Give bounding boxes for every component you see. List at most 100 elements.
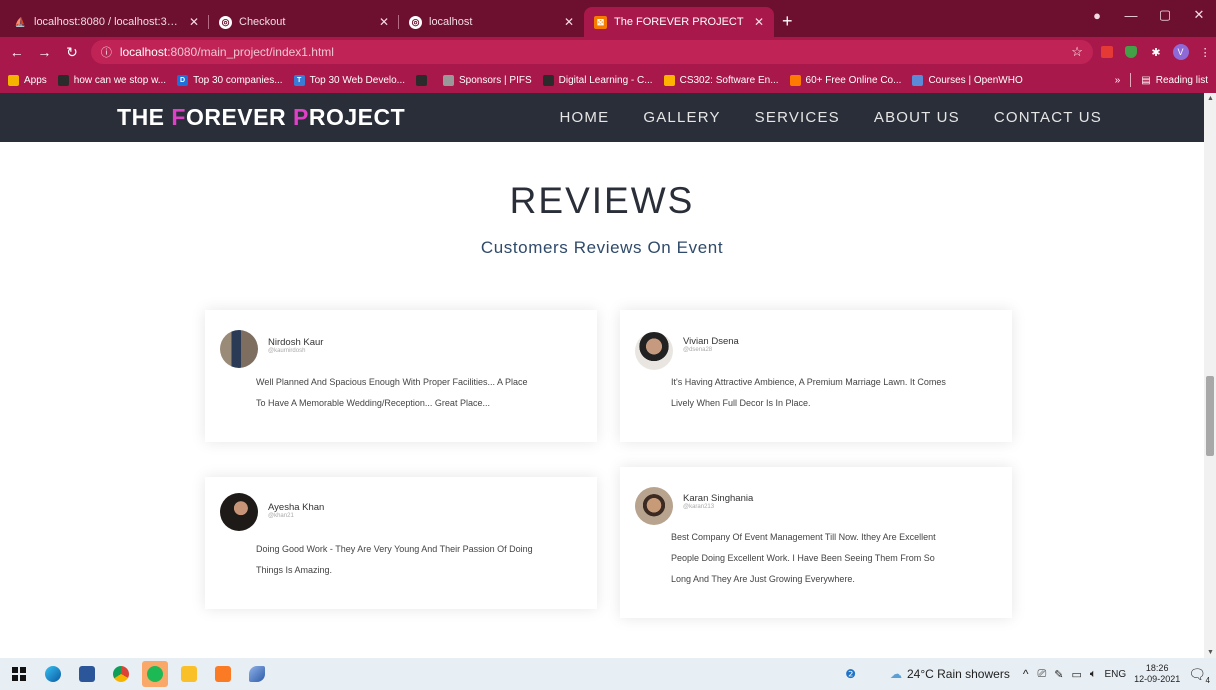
- reviews-section: REVIEWS Customers Reviews On Event Nirdo…: [0, 142, 1204, 658]
- clock[interactable]: 18:26 12-09-2021: [1134, 663, 1180, 685]
- maximize-button[interactable]: ▢: [1148, 7, 1182, 23]
- new-tab-button[interactable]: +: [782, 11, 793, 32]
- avatar: [635, 332, 673, 370]
- meet-icon[interactable]: ⎚: [1037, 668, 1046, 681]
- scroll-thumb[interactable]: [1206, 376, 1214, 456]
- forward-arrow-icon[interactable]: →: [34, 44, 56, 60]
- reviewer-handle: @karan213: [683, 504, 715, 510]
- extensions-puzzle-icon[interactable]: ✱: [1145, 41, 1167, 63]
- scroll-up-arrow-icon[interactable]: ▲: [1207, 95, 1214, 102]
- close-icon[interactable]: ✕: [379, 15, 389, 29]
- url-path: :8080/main_project/index1.html: [167, 45, 334, 59]
- bookmark-favicon-icon: [443, 74, 455, 86]
- rain-cloud-icon: ☁: [889, 667, 902, 681]
- windows-start-icon[interactable]: [6, 661, 32, 687]
- clock-time: 18:26: [1145, 663, 1169, 673]
- bookmarks-bar: Apps how can we stop w... D Top 30 companie…: [0, 67, 1216, 93]
- help-icon[interactable]: ❷: [845, 667, 856, 681]
- reviewer-handle: @dsena28: [683, 347, 713, 353]
- bookmark-star-icon[interactable]: ☆: [1071, 44, 1083, 60]
- bookmark-label: Courses | OpenWHO: [928, 74, 1023, 86]
- notification-icon[interactable]: 🗨︎ 4: [1188, 666, 1210, 685]
- review-line: Best Company Of Event Management Till No…: [671, 532, 936, 542]
- review-text: Well Planned And Spacious Enough With Pr…: [256, 372, 528, 414]
- weather-widget[interactable]: ☁ 24°C Rain showers: [890, 667, 1010, 681]
- menu-dots-icon[interactable]: ⋮: [1194, 41, 1216, 63]
- profile-dot-icon[interactable]: ●: [1080, 8, 1114, 23]
- tab-title: localhost: [429, 16, 473, 28]
- scroll-down-arrow-icon[interactable]: ▼: [1207, 649, 1214, 656]
- review-line: Things Is Amazing.: [256, 565, 333, 575]
- nav-home[interactable]: HOME: [560, 109, 610, 126]
- bookmark-label: Sponsors | PIFS: [459, 74, 532, 86]
- bookmark-item[interactable]: how can we stop w...: [57, 74, 166, 86]
- tab-checkout[interactable]: ◎ Checkout ✕: [209, 7, 399, 37]
- avatar: [635, 487, 673, 525]
- tab-title: Checkout: [239, 16, 286, 28]
- bookmark-item[interactable]: Digital Learning - C...: [542, 74, 653, 86]
- minimize-button[interactable]: —: [1114, 8, 1148, 23]
- page-scrollbar[interactable]: ▲ ▼: [1204, 93, 1216, 658]
- pen-icon[interactable]: ✎: [1054, 668, 1063, 681]
- profile-avatar[interactable]: V: [1170, 41, 1192, 63]
- reviewer-name: Ayesha Khan: [268, 502, 325, 513]
- bookmark-item[interactable]: 60+ Free Online Co...: [789, 74, 902, 86]
- xampp-icon: ⊠: [594, 15, 607, 29]
- phpmyadmin-icon: ⛵: [14, 16, 27, 27]
- review-text: Best Company Of Event Management Till No…: [671, 527, 936, 590]
- tab-forever-project[interactable]: ⊠ The FOREVER PROJECT ✕: [584, 7, 774, 37]
- bookmark-item[interactable]: CS302: Software En...: [663, 74, 779, 86]
- browser-window: ⛵ localhost:8080 / localhost:3306 / ✕ ◎ …: [0, 0, 1216, 690]
- info-icon[interactable]: ⓘ: [101, 44, 112, 60]
- nav-gallery[interactable]: GALLERY: [643, 109, 720, 126]
- volume-icon[interactable]: 🔈︎: [1090, 668, 1097, 681]
- reading-list-button[interactable]: Reading list: [1156, 75, 1208, 86]
- close-icon[interactable]: ✕: [754, 15, 764, 29]
- review-line: Long And They Are Just Growing Everywher…: [671, 574, 855, 584]
- tab-phpmyadmin[interactable]: ⛵ localhost:8080 / localhost:3306 / ✕: [4, 7, 209, 37]
- chevron-up-icon[interactable]: ^: [1023, 667, 1029, 681]
- close-icon[interactable]: ✕: [189, 15, 199, 29]
- app-icon[interactable]: [244, 661, 270, 687]
- logo-text-part: ROJECT: [308, 104, 406, 130]
- close-icon[interactable]: ✕: [564, 15, 574, 29]
- bookmark-item[interactable]: Courses | OpenWHO: [912, 74, 1023, 86]
- logo-text-part: HE: [131, 104, 172, 130]
- xampp-icon[interactable]: [210, 661, 236, 687]
- reload-icon[interactable]: ↻: [61, 44, 83, 61]
- bookmark-item[interactable]: [416, 74, 432, 86]
- url-field[interactable]: ⓘ localhost :8080/main_project/index1.ht…: [90, 40, 1093, 64]
- clock-date: 12-09-2021: [1134, 674, 1181, 684]
- language-indicator[interactable]: ENG: [1105, 669, 1127, 680]
- nav-services[interactable]: SERVICES: [755, 109, 840, 126]
- tab-localhost[interactable]: ◎ localhost ✕: [399, 7, 584, 37]
- edge-icon[interactable]: [40, 661, 66, 687]
- url-host: localhost: [119, 45, 168, 59]
- bookmark-label: Digital Learning - C...: [558, 74, 653, 86]
- back-arrow-icon[interactable]: ←: [6, 44, 28, 60]
- tab-title: The FOREVER PROJECT: [614, 16, 744, 28]
- bookmark-label: 60+ Free Online Co...: [805, 74, 902, 86]
- close-window-button[interactable]: ✕: [1182, 7, 1216, 23]
- bookmark-item[interactable]: Apps: [8, 74, 47, 86]
- battery-icon[interactable]: ▭: [1071, 668, 1081, 681]
- file-explorer-icon[interactable]: [176, 661, 202, 687]
- bookmark-item[interactable]: D Top 30 companies...: [177, 74, 283, 86]
- bookmark-item[interactable]: Sponsors | PIFS: [443, 74, 532, 86]
- bookmark-favicon-icon: [416, 74, 428, 86]
- review-line: Doing Good Work - They Are Very Young An…: [256, 544, 533, 554]
- system-tray: ❷ ☁ 24°C Rain showers ^ ⎚ ✎ ▭ 🔈︎ ENG 18:…: [845, 663, 1216, 685]
- review-card: Ayesha Khan @khan21 Doing Good Work - Th…: [205, 477, 597, 609]
- nav-about-us[interactable]: ABOUT US: [874, 109, 960, 126]
- spotify-icon[interactable]: [142, 661, 168, 687]
- chrome-icon[interactable]: [108, 661, 134, 687]
- bookmark-item[interactable]: T Top 30 Web Develo...: [293, 74, 405, 86]
- apps-grid-icon: [8, 74, 19, 86]
- extension-red-icon[interactable]: [1096, 41, 1118, 63]
- more-bookmarks-button[interactable]: »: [1115, 75, 1121, 86]
- nav-contact-us[interactable]: CONTACT US: [994, 109, 1102, 126]
- extension-shield-icon[interactable]: [1121, 41, 1143, 63]
- word-icon[interactable]: [74, 661, 100, 687]
- site-logo[interactable]: THE FOREVER PROJECT: [117, 104, 405, 131]
- weather-text: 24°C Rain showers: [906, 667, 1010, 681]
